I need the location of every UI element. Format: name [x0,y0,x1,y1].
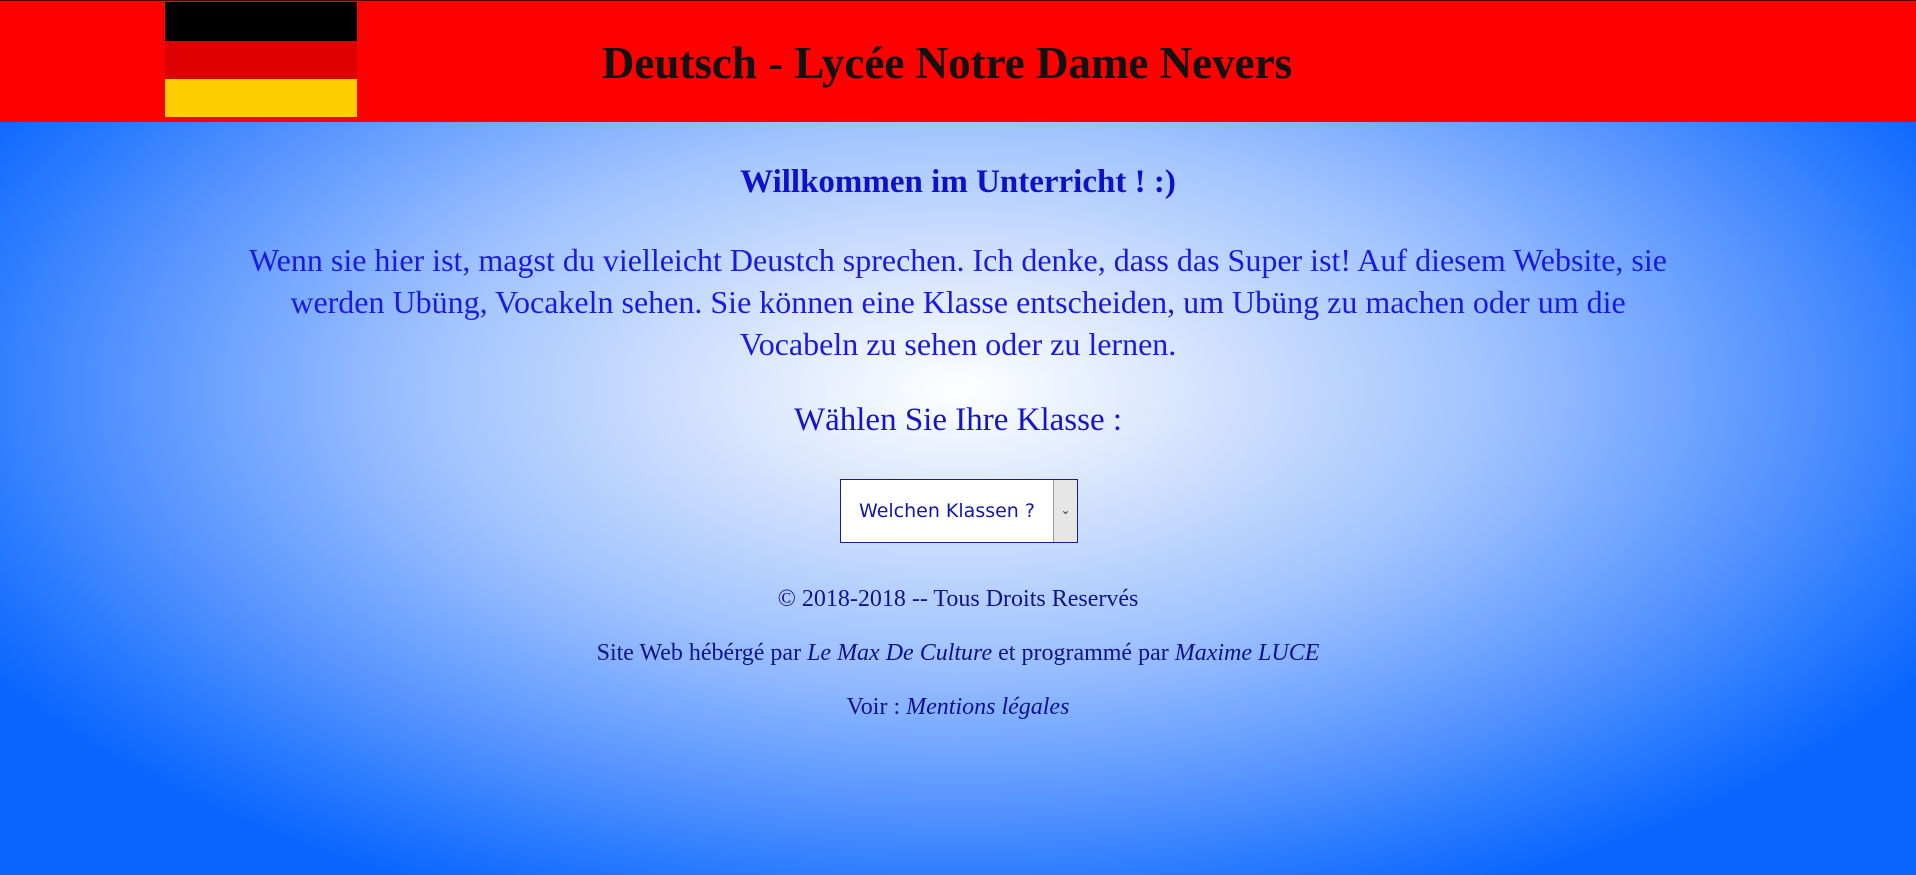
legal-prefix: Voir : [846,694,907,720]
hosted-by-line: Site Web hébérgé par Le Max De Culture e… [0,638,1916,668]
chevron-down-icon[interactable]: ⌄ [1053,480,1077,542]
class-select-value: Welchen Klassen ? [859,500,1035,522]
legal-notice-link[interactable]: Mentions légales [906,694,1069,720]
site-title: Deutsch - Lycée Notre Dame Nevers [0,36,1867,90]
choose-class-label: Wählen Sie Ihre Klasse : [793,402,1123,438]
welcome-heading: Willkommen im Unterricht ! :) [740,164,1176,200]
intro-paragraph: Wenn sie hier ist, magst du vielleicht D… [249,242,1667,362]
host-name: Le Max De Culture [807,640,993,666]
site-title-text: Deutsch - Lycée Notre Dame Nevers [601,38,1293,88]
programmer-name: Maxime LUCE [1174,640,1320,666]
site-header: Deutsch - Lycée Notre Dame Nevers [0,0,1916,122]
class-select[interactable]: Welchen Klassen ? ⌄ [840,479,1078,543]
legal-line: Voir : Mentions légales [0,692,1916,722]
copyright-text: © 2018-2018 -- Tous Droits Reservés [777,586,1139,612]
hosted-middle: et programmé par [992,640,1175,666]
hosted-prefix: Site Web hébérgé par [596,640,808,666]
